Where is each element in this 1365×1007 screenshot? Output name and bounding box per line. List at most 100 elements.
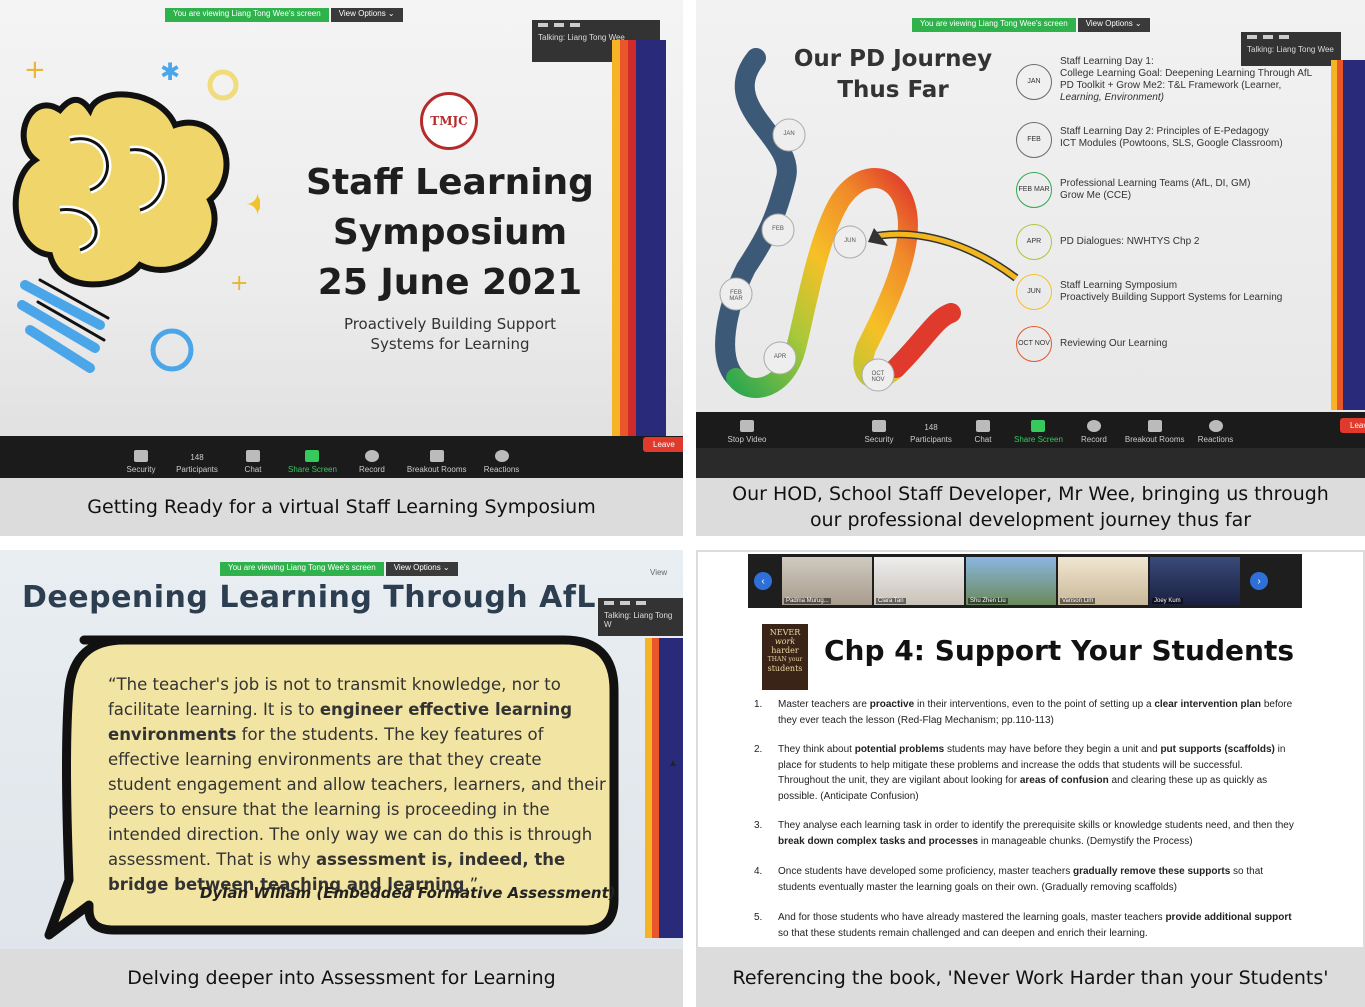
record-button[interactable]: Record: [351, 450, 393, 474]
chat-button[interactable]: Chat: [232, 450, 274, 474]
leave-button[interactable]: Leave: [1340, 418, 1365, 433]
point-emphasis: areas of confusion: [1019, 775, 1109, 786]
talking-label: Talking: Liang Tong Wee: [1247, 45, 1334, 54]
stop-video-label: Stop Video: [727, 435, 767, 444]
participant-tile[interactable]: Clara Tan: [874, 557, 964, 605]
share-label: Share Screen: [1014, 435, 1063, 444]
viewing-banner: You are viewing Liang Tong Wee's screen …: [220, 562, 458, 576]
book-text: NEVER: [769, 628, 801, 637]
item-line: College Learning Goal: Deepening Learnin…: [1060, 68, 1313, 79]
viewing-banner: You are viewing Liang Tong Wee's screen …: [912, 18, 1150, 32]
viewing-label: You are viewing Liang Tong Wee's screen: [912, 18, 1076, 32]
point-segment: so that these students remain challenged…: [778, 927, 1148, 939]
logo-text: TMJC: [430, 114, 468, 128]
participant-tile[interactable]: Joey Kum: [1150, 557, 1240, 605]
slide-screen: You are viewing Liang Tong Wee's screen …: [0, 0, 683, 478]
month-badge: JUN: [1016, 274, 1052, 310]
smiley-icon: [494, 450, 509, 462]
breakout-rooms-button[interactable]: Breakout Rooms: [1125, 420, 1185, 444]
talking-label: Talking: Liang Tong W: [604, 611, 673, 629]
caption: Our HOD, School Staff Developer, Mr Wee,…: [696, 478, 1365, 536]
reactions-label: Reactions: [1197, 435, 1234, 444]
item-line: Proactively Building Support Systems for…: [1060, 292, 1283, 303]
record-label: Record: [1081, 435, 1107, 444]
point-number: 5.: [754, 912, 763, 923]
chat-button[interactable]: Chat: [962, 420, 1004, 444]
participant-name: Joey Kum: [1152, 598, 1183, 604]
participants-button[interactable]: 148 Participants: [910, 423, 952, 444]
breakout-rooms-button[interactable]: Breakout Rooms: [407, 450, 467, 474]
caption: Referencing the book, 'Never Work Harder…: [696, 949, 1365, 1007]
point-segment: in manageable chunks. (Demystify the Pro…: [978, 835, 1193, 847]
point-text: Once students have developed some profic…: [778, 864, 1294, 895]
view-button[interactable]: View: [650, 568, 667, 577]
share-screen-button[interactable]: Share Screen: [1014, 420, 1063, 444]
book-text: students: [767, 664, 803, 673]
point-emphasis: proactive: [869, 699, 915, 710]
point-number: 4.: [754, 866, 763, 877]
slide-title: Staff Learning Symposium 25 June 2021: [300, 158, 600, 308]
point-item: 5. And for those students who have alread…: [754, 910, 1294, 941]
zoom-toolbar: Stop Video Security 148 Participants Chat…: [696, 412, 1365, 448]
subtitle-line-2: Systems for Learning: [370, 335, 530, 353]
breakout-label: Breakout Rooms: [406, 465, 467, 474]
prev-page-button[interactable]: ‹: [754, 572, 772, 590]
svg-text:+: +: [230, 271, 248, 296]
item-line: PD Toolkit + Grow Me2: T&L Framework (Le…: [1060, 80, 1282, 91]
chat-icon: [246, 450, 260, 462]
point-segment: They analyse each learning task in order…: [778, 820, 1294, 831]
breakout-label: Breakout Rooms: [1124, 435, 1185, 444]
reactions-button[interactable]: Reactions: [1195, 420, 1237, 444]
point-item: 4. Once students have developed some prof…: [754, 864, 1294, 895]
month-badge: OCT NOV: [1016, 326, 1052, 362]
title-line-3: 25 June 2021: [317, 262, 583, 303]
record-icon: [364, 450, 379, 462]
participant-tile[interactable]: Vanson Lim: [1058, 557, 1148, 605]
point-emphasis: put supports (scaffolds): [1160, 744, 1275, 755]
participants-button[interactable]: 148 Participants: [176, 453, 218, 474]
next-page-button[interactable]: ›: [1250, 572, 1268, 590]
subtitle-line-1: Proactively Building Support: [343, 315, 557, 333]
point-number: 3.: [754, 820, 763, 831]
panel-staff-learning: You are viewing Liang Tong Wee's screen …: [0, 0, 683, 536]
point-text: Master teachers are proactive in their i…: [778, 697, 1294, 728]
point-text: They analyse each learning task in order…: [778, 818, 1294, 849]
caption: Delving deeper into Assessment for Learn…: [0, 949, 683, 1007]
slide-screen: ‹ Padma Murug... Clara Tan Shu Zhen Liu …: [696, 550, 1365, 949]
participant-name: Vanson Lim: [1060, 598, 1096, 604]
item-line: PD Dialogues: NWHTYS Chp 2: [1060, 236, 1200, 247]
quote-part-2: for the students. The key features of ef…: [108, 725, 606, 869]
journey-item: JAN Staff Learning Day 1: College Learnin…: [1016, 56, 1316, 104]
participant-tile[interactable]: Padma Murug...: [782, 557, 872, 605]
share-icon: [305, 450, 320, 462]
caption-line-2: our professional development journey thu…: [809, 509, 1252, 531]
leave-button[interactable]: Leave: [643, 437, 683, 452]
view-options-button[interactable]: View Options ⌄: [385, 562, 458, 576]
security-label: Security: [864, 435, 894, 444]
quote-text: “The teacher's job is not to transmit kn…: [108, 672, 608, 897]
path-label-febmar: FEB MAR: [729, 290, 743, 302]
reactions-button[interactable]: Reactions: [481, 450, 523, 474]
point-segment: in their interventions, even to the poin…: [914, 699, 1155, 710]
security-button[interactable]: Security: [858, 420, 900, 444]
panel-afl: You are viewing Liang Tong Wee's screen …: [0, 550, 683, 1007]
view-options-button[interactable]: View Options ⌄: [330, 8, 403, 22]
viewing-banner: You are viewing Liang Tong Wee's screen …: [165, 8, 403, 22]
view-options-button[interactable]: View Options ⌄: [1077, 18, 1150, 32]
stop-video-button[interactable]: Stop Video: [726, 420, 768, 444]
participant-tile[interactable]: Shu Zhen Liu: [966, 557, 1056, 605]
share-screen-button[interactable]: Share Screen: [288, 450, 337, 474]
decor-stripes: [612, 40, 666, 440]
reactions-label: Reactions: [483, 465, 520, 474]
path-label-jan: JAN: [783, 131, 795, 137]
participant-name: Shu Zhen Liu: [968, 598, 1008, 604]
book-cover: NEVER work harder THAN your students: [762, 624, 808, 690]
shield-icon: [134, 450, 148, 462]
participant-name: Clara Tan: [876, 598, 906, 604]
gallery-strip: ‹ Padma Murug... Clara Tan Shu Zhen Liu …: [748, 554, 1302, 608]
security-button[interactable]: Security: [120, 450, 162, 474]
record-button[interactable]: Record: [1073, 420, 1115, 444]
point-segment: students may have before they begin a un…: [944, 744, 1161, 755]
viewing-label: You are viewing Liang Tong Wee's screen: [220, 562, 384, 576]
share-label: Share Screen: [288, 465, 337, 474]
